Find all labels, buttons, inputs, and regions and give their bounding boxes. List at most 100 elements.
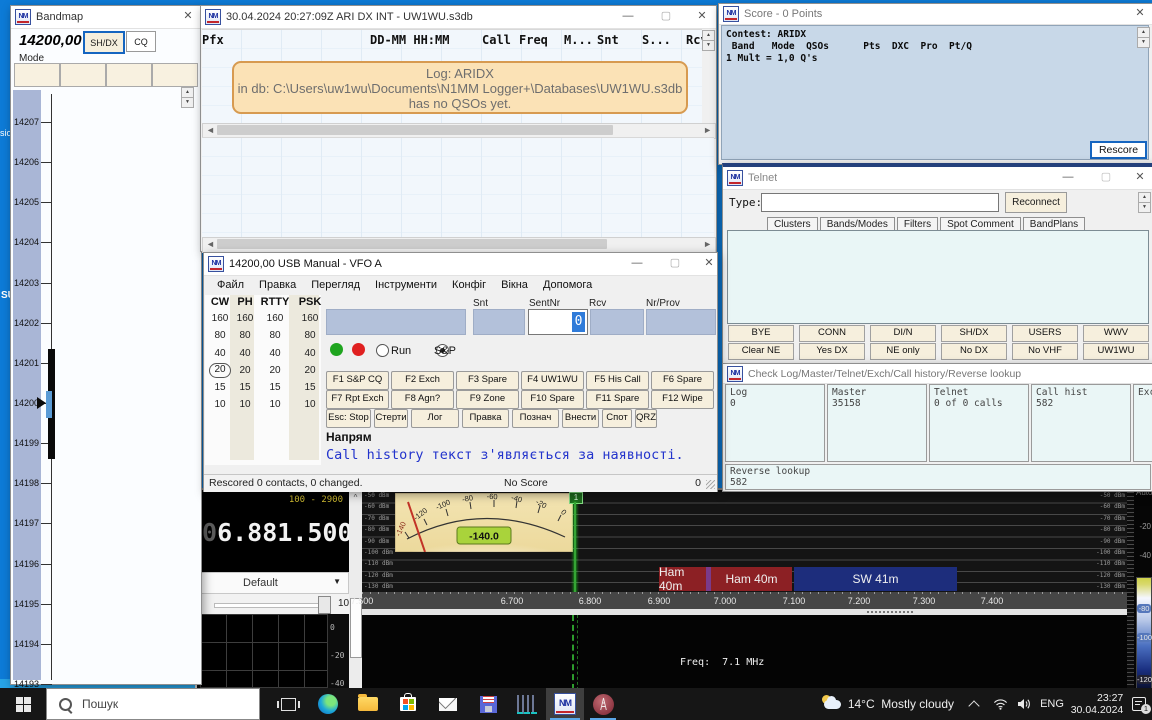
telnet-spinner[interactable]: ▲▼ [1138, 192, 1151, 212]
score-spinner[interactable]: ▲▼ [1137, 27, 1150, 47]
volume-slider-track[interactable] [214, 603, 328, 608]
check-panel[interactable]: Call hist582 [1031, 384, 1131, 462]
divider-grip[interactable] [867, 611, 913, 613]
minimize-icon[interactable]: — [622, 253, 652, 274]
check-panel[interactable]: Log0 [725, 384, 825, 462]
sentnr-field[interactable]: 0 [528, 309, 588, 335]
check-panel[interactable]: Excha [1133, 384, 1152, 462]
menu-item[interactable]: Вікна [501, 279, 528, 291]
weather-tray-item[interactable] [814, 688, 848, 720]
bandmap-filter-box[interactable] [152, 63, 198, 87]
shdx-button[interactable]: SH/DX [83, 31, 125, 54]
minimize-icon[interactable]: — [1053, 167, 1083, 188]
log-grid-lower[interactable] [202, 137, 714, 238]
function-key-button[interactable]: F11 Spare [586, 390, 649, 409]
band-select[interactable]: 15 [207, 380, 233, 397]
band-select[interactable]: 15 [233, 380, 257, 397]
n1mm-taskbar-icon[interactable]: NM [546, 688, 584, 720]
resize-grip[interactable] [706, 480, 715, 489]
band-select[interactable]: 160 [257, 311, 293, 328]
sdr-taskbar-icon[interactable] [584, 688, 622, 720]
reverse-lookup-panel[interactable]: Reverse lookup582 [725, 464, 1151, 490]
function-key-button[interactable]: F10 Spare [521, 390, 584, 409]
bandmap-filter-box[interactable] [14, 63, 60, 87]
snt-field[interactable] [473, 309, 525, 335]
band-select[interactable]: 40 [207, 346, 233, 363]
band-select[interactable]: 160 [293, 311, 327, 328]
function-key-button[interactable]: F2 Exch [391, 371, 454, 390]
search-box[interactable]: Пошук [46, 688, 260, 720]
scrollbar-thumb[interactable] [350, 598, 362, 658]
telnet-command-button[interactable]: SH/DX [941, 325, 1007, 342]
action-button[interactable]: Стерти [374, 409, 408, 428]
score-titlebar[interactable]: NM Score - 0 Points ✕ [719, 4, 1152, 25]
weather-text[interactable]: 14°C Mostly cloudy [848, 688, 954, 720]
cq-button[interactable]: CQ [126, 31, 156, 52]
marker-flag[interactable]: 1 [569, 492, 583, 504]
sdr-freq-digits[interactable]: 6.881.500 [217, 518, 352, 547]
band-select[interactable]: 80 [207, 328, 233, 345]
band-select[interactable]: 20 [233, 363, 257, 380]
band-select[interactable]: 20 [257, 363, 293, 380]
telnet-type-input[interactable] [761, 193, 999, 212]
band-select[interactable]: 80 [257, 328, 293, 345]
band-select[interactable]: 160 [207, 311, 233, 328]
sdr-vertical-scrollbar[interactable]: ^ [349, 492, 362, 688]
reconnect-button[interactable]: Reconnect [1005, 192, 1067, 213]
check-panel[interactable]: Telnet0 of 0 calls [929, 384, 1029, 462]
tray-chevron[interactable] [960, 688, 988, 720]
nrprov-field[interactable] [646, 309, 716, 335]
bandmap-titlebar[interactable]: NM Bandmap ✕ [11, 6, 201, 29]
function-key-button[interactable]: F7 Rpt Exch [326, 390, 389, 409]
entry-titlebar[interactable]: NM 14200,00 USB Manual - VFO A — ▢ ✕ [204, 253, 717, 276]
function-key-button[interactable]: F9 Zone [456, 390, 519, 409]
action-button[interactable]: Правка [462, 409, 509, 428]
clock-tray-item[interactable]: 23:2730.04.2024 [1068, 688, 1126, 720]
telnet-command-button[interactable]: USERS [1012, 325, 1078, 342]
function-key-button[interactable]: F4 UW1WU [521, 371, 584, 390]
action-button[interactable]: Esc: Stop [326, 409, 371, 428]
network-tray-icon[interactable] [988, 688, 1012, 720]
telnet-filter-button[interactable]: UW1WU [1083, 343, 1149, 360]
callsign-field[interactable] [326, 309, 466, 335]
volume-tray-icon[interactable] [1012, 688, 1036, 720]
menu-item[interactable]: Інструменти [375, 279, 437, 291]
log-spinner[interactable]: ▲▼ [702, 30, 715, 50]
maximize-icon[interactable]: ▢ [651, 6, 681, 27]
run-radio[interactable] [376, 344, 389, 357]
floppy-app-taskbar-icon[interactable] [468, 688, 508, 720]
band-select[interactable]: 40 [233, 346, 257, 363]
action-button[interactable]: Познач [512, 409, 559, 428]
task-view-button[interactable] [268, 688, 308, 720]
band-select[interactable]: 80 [293, 328, 327, 345]
menu-item[interactable]: Перегляд [311, 279, 360, 291]
menu-item[interactable]: Допомога [543, 279, 592, 291]
rcv-field[interactable] [590, 309, 644, 335]
action-button[interactable]: Лог [411, 409, 459, 428]
telnet-filter-button[interactable]: Clear NE [728, 343, 794, 360]
menu-item[interactable]: Конфіг [452, 279, 486, 291]
band-select[interactable]: 160 [233, 311, 257, 328]
function-key-button[interactable]: F12 Wipe [651, 390, 714, 409]
store-taskbar-icon[interactable] [388, 688, 428, 720]
close-icon[interactable]: ✕ [696, 253, 722, 274]
action-button[interactable]: Внести [562, 409, 599, 428]
bandmap-zoom-spinner[interactable]: ▲▼ [181, 87, 194, 107]
bandmap-scale[interactable]: 1420714206142051420414203142021420114200… [13, 117, 52, 719]
telnet-titlebar[interactable]: NM Telnet — ▢ ✕ [723, 167, 1152, 190]
bandmap-filter-box[interactable] [106, 63, 152, 87]
band-select[interactable]: 10 [233, 397, 257, 414]
telnet-filter-button[interactable]: No VHF [1012, 343, 1078, 360]
band-select[interactable]: 15 [257, 380, 293, 397]
band-select[interactable]: 15 [293, 380, 327, 397]
close-icon[interactable]: ✕ [689, 6, 715, 27]
menu-item[interactable]: Файл [217, 279, 244, 291]
log-hscrollbar-lower[interactable]: ◄► [202, 237, 716, 253]
telnet-filter-button[interactable]: NE only [870, 343, 936, 360]
bandmap-filter-box[interactable] [60, 63, 106, 87]
telnet-filter-button[interactable]: No DX [941, 343, 1007, 360]
band-select[interactable]: 10 [257, 397, 293, 414]
close-icon[interactable]: ✕ [175, 6, 201, 27]
edge-taskbar-icon[interactable] [308, 688, 348, 720]
band-select[interactable]: 40 [257, 346, 293, 363]
